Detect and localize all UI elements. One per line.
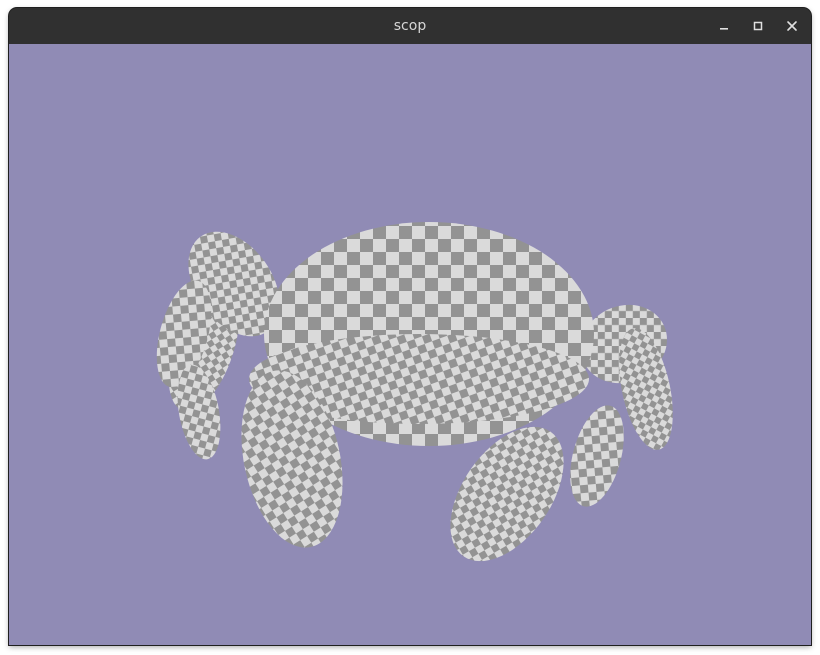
minimize-button[interactable] — [711, 13, 737, 39]
app-window: scop — [9, 8, 811, 645]
scene-canvas — [9, 44, 811, 645]
minimize-icon — [720, 28, 728, 30]
close-icon — [787, 21, 797, 31]
maximize-button[interactable] — [745, 13, 771, 39]
title-bar[interactable]: scop — [9, 8, 811, 44]
close-button[interactable] — [779, 13, 805, 39]
maximize-icon — [753, 21, 763, 31]
render-viewport[interactable] — [9, 44, 811, 645]
window-title: scop — [393, 18, 427, 34]
